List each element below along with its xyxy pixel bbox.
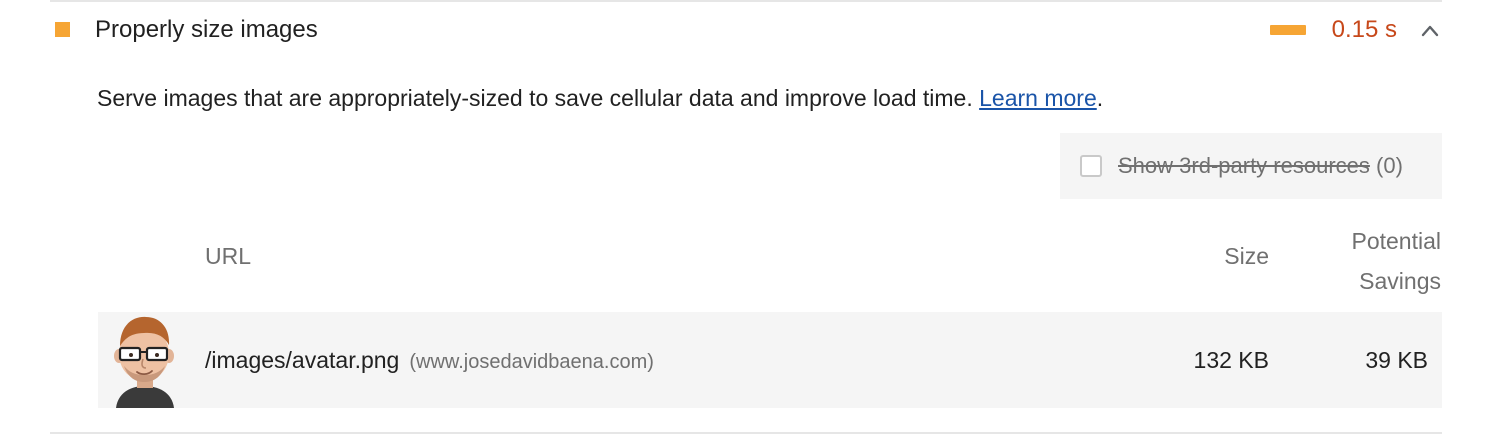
third-party-label-text: Show 3rd-party resources [1118,153,1370,178]
third-party-count: (0) [1376,153,1403,178]
audit-description: Serve images that are appropriately-size… [97,83,1103,113]
description-text: Serve images that are appropriately-size… [97,85,973,111]
avatar-thumbnail [110,312,178,408]
resource-host: (www.josedavidbaena.com) [409,351,654,373]
column-header-size: Size [1224,243,1269,269]
status-warning-icon [55,22,70,37]
audit-header[interactable]: Properly size images 0.15 s [50,2,1442,60]
resource-path: /images/avatar.png [205,347,400,373]
column-header-savings-line2: Savings [1359,268,1441,294]
description-suffix: . [1096,85,1104,111]
column-header-potential-savings: Potential Savings [1351,221,1441,301]
resource-url[interactable]: /images/avatar.png (www.josedavidbaena.co… [205,345,654,377]
column-header-savings-line1: Potential [1351,228,1441,254]
third-party-checkbox[interactable] [1080,155,1102,177]
savings-value: 0.15 s [1331,16,1397,43]
third-party-filter: Show 3rd-party resources (0) [1060,133,1442,199]
divider-bottom [50,432,1442,434]
audit-title: Properly size images [95,16,318,43]
chevron-up-icon[interactable] [1420,22,1440,38]
column-header-url: URL [205,243,252,269]
table-row: /images/avatar.png (www.josedavidbaena.co… [98,312,1442,408]
third-party-label[interactable]: Show 3rd-party resources (0) [1118,151,1403,181]
savings-bar-icon [1270,25,1306,35]
resource-size: 132 KB [1193,347,1269,373]
resource-savings: 39 KB [1365,347,1428,373]
learn-more-link[interactable]: Learn more [979,85,1097,111]
